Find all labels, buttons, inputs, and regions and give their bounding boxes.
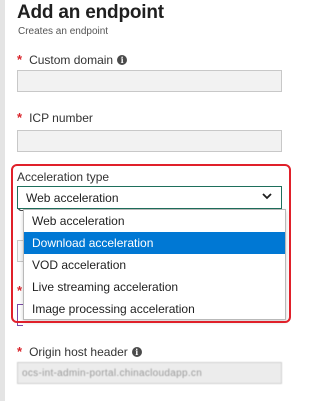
- page-title: Add an endpoint: [17, 2, 164, 23]
- required-marker: *: [17, 52, 23, 67]
- custom-domain-input[interactable]: [17, 70, 282, 92]
- origin-host-header-input[interactable]: ocs-int-admin-portal.chinacloudapp.cn: [17, 362, 282, 384]
- icp-number-label-text: ICP number: [29, 110, 93, 125]
- info-icon[interactable]: i: [117, 54, 128, 65]
- required-marker: *: [17, 110, 23, 125]
- annotation-highlight-box: [11, 164, 291, 323]
- page-subtitle: Creates an endpoint: [18, 26, 109, 37]
- icp-number-input[interactable]: [17, 130, 282, 152]
- info-icon[interactable]: i: [131, 346, 142, 357]
- origin-host-header-label-text: Origin host header: [29, 344, 128, 359]
- origin-host-header-label: * Origin host header i: [17, 344, 142, 359]
- custom-domain-label: * Custom domain i: [17, 52, 128, 67]
- icp-number-label: * ICP number: [17, 110, 93, 125]
- custom-domain-label-text: Custom domain: [29, 52, 114, 67]
- panel-left-border: [0, 0, 5, 401]
- required-marker: *: [17, 344, 23, 359]
